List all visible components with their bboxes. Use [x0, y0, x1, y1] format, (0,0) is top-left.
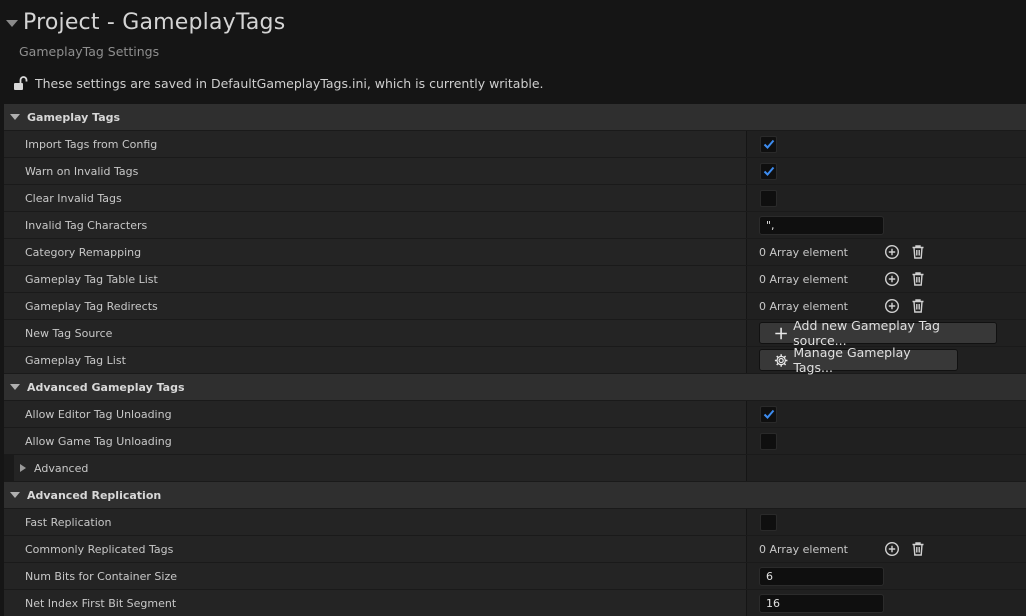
warn-invalid-tags-checkbox[interactable]: [760, 162, 777, 180]
chevron-right-icon[interactable]: [20, 464, 26, 472]
property-label: Gameplay Tag Redirects: [4, 293, 747, 319]
plus-circle-icon: [884, 271, 900, 287]
plus-circle-icon: [884, 298, 900, 314]
add-element-button[interactable]: [883, 297, 901, 315]
category-label: Advanced Replication: [27, 488, 162, 502]
property-label: Clear Invalid Tags: [4, 185, 747, 211]
plus-circle-icon: [884, 541, 900, 557]
add-element-button[interactable]: [883, 540, 901, 558]
category-label: Advanced Gameplay Tags: [27, 380, 185, 394]
title-row[interactable]: Project - GameplayTags: [6, 7, 285, 37]
trash-icon: [912, 542, 924, 556]
array-count: 0 Array element: [759, 245, 848, 259]
checkmark-icon: [763, 409, 774, 419]
property-label: Allow Game Tag Unloading: [4, 428, 747, 454]
property-label: Gameplay Tag Table List: [4, 266, 747, 292]
row-commonly-replicated-tags: Commonly Replicated Tags 0 Array element: [4, 536, 1026, 563]
fast-replication-checkbox[interactable]: [760, 513, 777, 531]
array-count: 0 Array element: [759, 272, 848, 286]
button-label: Manage Gameplay Tags...: [793, 345, 911, 375]
row-num-bits-container-size: Num Bits for Container Size 6: [4, 563, 1026, 590]
row-invalid-tag-characters: Invalid Tag Characters ",: [4, 212, 1026, 239]
property-label: Gameplay Tag List: [4, 347, 747, 373]
advanced-group-header[interactable]: Advanced: [4, 455, 747, 481]
row-new-tag-source: New Tag Source Add new Gameplay Tag sour…: [4, 318, 1026, 348]
checkmark-icon: [763, 139, 774, 149]
clear-array-button[interactable]: [909, 243, 927, 261]
row-fast-replication: Fast Replication: [4, 509, 1026, 536]
row-net-index-first-bit-segment: Net Index First Bit Segment 16: [4, 590, 1026, 616]
row-warn-on-invalid-tags: Warn on Invalid Tags: [4, 158, 1026, 185]
row-allow-editor-tag-unloading: Allow Editor Tag Unloading: [4, 401, 1026, 428]
property-label: Allow Editor Tag Unloading: [4, 401, 747, 427]
row-gameplay-tag-table-list: Gameplay Tag Table List 0 Array element: [4, 266, 1026, 293]
trash-icon: [912, 272, 924, 286]
row-import-tags-from-config: Import Tags from Config: [4, 131, 1026, 158]
advanced-group-label: Advanced: [34, 461, 89, 475]
num-bits-container-size-input[interactable]: 6: [759, 566, 884, 586]
property-label: Num Bits for Container Size: [4, 563, 747, 589]
invalid-tag-characters-input[interactable]: ",: [759, 215, 884, 235]
category-gameplay-tags[interactable]: Gameplay Tags: [4, 104, 1026, 131]
trash-icon: [912, 245, 924, 259]
chevron-down-icon[interactable]: [10, 384, 20, 390]
trash-icon: [912, 299, 924, 313]
array-count: 0 Array element: [759, 299, 848, 313]
property-label: Import Tags from Config: [4, 131, 747, 157]
checkmark-icon: [763, 166, 774, 176]
collapse-arrow-icon[interactable]: [6, 19, 18, 27]
property-label: Warn on Invalid Tags: [4, 158, 747, 184]
row-advanced-group[interactable]: Advanced: [4, 455, 1026, 482]
chevron-down-icon[interactable]: [10, 114, 20, 120]
clear-array-button[interactable]: [909, 540, 927, 558]
button-label: Add new Gameplay Tag source...: [793, 318, 940, 348]
row-category-remapping: Category Remapping 0 Array element: [4, 239, 1026, 266]
writable-notice: These settings are saved in DefaultGamep…: [12, 74, 544, 92]
row-gameplay-tag-redirects: Gameplay Tag Redirects 0 Array element: [4, 293, 1026, 320]
plus-icon: [775, 327, 787, 339]
add-element-button[interactable]: [883, 270, 901, 288]
settings-header: Project - GameplayTags GameplayTag Setti…: [0, 0, 1026, 104]
array-count: 0 Array element: [759, 542, 848, 556]
property-label: Category Remapping: [4, 239, 747, 265]
gear-icon: [774, 353, 788, 367]
property-label: Invalid Tag Characters: [4, 212, 747, 238]
property-label: Commonly Replicated Tags: [4, 536, 747, 562]
property-label: New Tag Source: [4, 320, 747, 346]
plus-circle-icon: [884, 244, 900, 260]
unlocked-padlock-icon: [14, 76, 28, 90]
property-label: Net Index First Bit Segment: [4, 590, 747, 616]
add-element-button[interactable]: [883, 243, 901, 261]
import-tags-checkbox[interactable]: [760, 135, 777, 153]
category-label: Gameplay Tags: [27, 110, 121, 124]
category-advanced-gameplay-tags[interactable]: Advanced Gameplay Tags: [4, 374, 1026, 401]
chevron-down-icon[interactable]: [10, 492, 20, 498]
allow-game-tag-unloading-checkbox[interactable]: [760, 432, 777, 450]
clear-invalid-tags-checkbox[interactable]: [760, 189, 777, 207]
clear-array-button[interactable]: [909, 297, 927, 315]
settings-table: Gameplay Tags Import Tags from Config Wa…: [4, 104, 1026, 616]
indent-guide: [4, 455, 14, 481]
page-title: Project - GameplayTags: [23, 9, 286, 35]
writable-notice-text: These settings are saved in DefaultGamep…: [35, 75, 544, 91]
category-advanced-replication[interactable]: Advanced Replication: [4, 482, 1026, 509]
row-gameplay-tag-list: Gameplay Tag List Manage Gameplay Tags..…: [4, 345, 1026, 375]
manage-gameplay-tags-button[interactable]: Manage Gameplay Tags...: [759, 345, 958, 375]
row-allow-game-tag-unloading: Allow Game Tag Unloading: [4, 428, 1026, 455]
page-subtitle: GameplayTag Settings: [19, 44, 160, 59]
clear-array-button[interactable]: [909, 270, 927, 288]
property-label: Fast Replication: [4, 509, 747, 535]
add-tag-source-button[interactable]: Add new Gameplay Tag source...: [759, 318, 997, 348]
allow-editor-tag-unloading-checkbox[interactable]: [760, 405, 777, 423]
net-index-first-bit-segment-input[interactable]: 16: [759, 593, 884, 613]
row-clear-invalid-tags: Clear Invalid Tags: [4, 185, 1026, 212]
